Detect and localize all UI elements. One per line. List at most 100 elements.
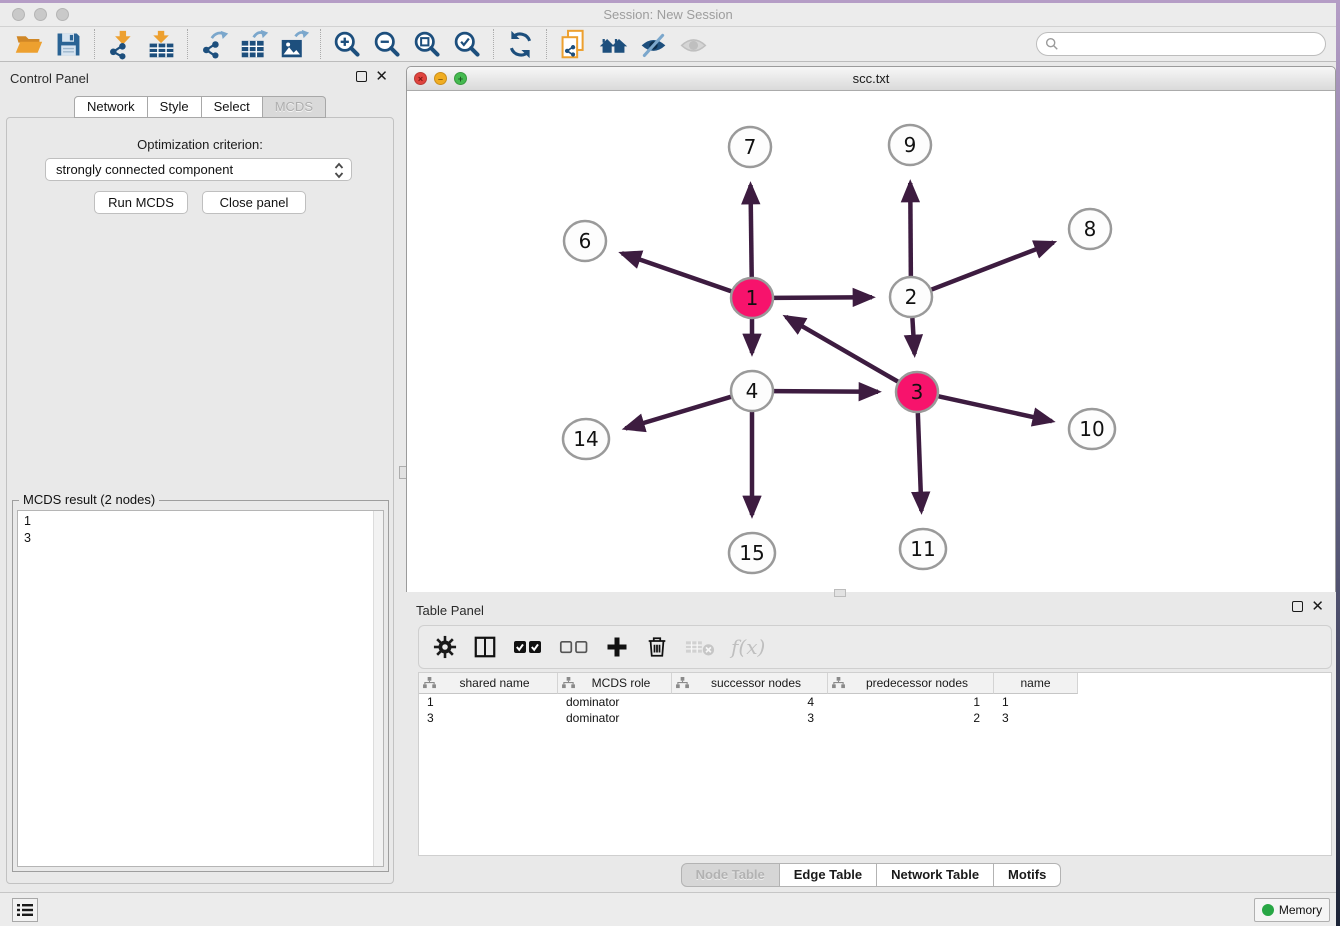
function-builder-icon: f(x) — [731, 635, 765, 659]
export-network-button[interactable] — [194, 28, 234, 60]
create-column-button[interactable] — [605, 632, 629, 662]
column-header-predecessor-nodes[interactable]: predecessor nodes — [828, 673, 994, 694]
save-session-button[interactable] — [48, 28, 88, 60]
toolbar-separator — [493, 29, 494, 59]
tab-network[interactable]: Network — [74, 96, 148, 118]
optimization-criterion-select[interactable]: strongly connected component — [45, 158, 352, 181]
toolbar-separator — [94, 29, 95, 59]
export-table-button[interactable] — [234, 28, 274, 60]
float-table-panel-icon[interactable] — [1292, 601, 1303, 612]
edge-3-11[interactable] — [918, 413, 922, 511]
table-row[interactable]: 3dominator323 — [419, 710, 1331, 726]
tab-edge-table[interactable]: Edge Table — [780, 863, 877, 887]
window-close-button[interactable] — [12, 8, 25, 21]
import-network-button[interactable] — [101, 28, 141, 60]
first-neighbors-button[interactable] — [593, 28, 633, 60]
column-header-successor-nodes[interactable]: successor nodes — [672, 673, 828, 694]
table-settings-button[interactable] — [433, 632, 457, 662]
node-table-body: 1dominator4113dominator323 — [419, 694, 1331, 726]
refresh-layout-button[interactable] — [500, 28, 540, 60]
close-table-panel-icon[interactable]: ✕ — [1311, 601, 1324, 612]
cell-MCDS-role[interactable]: dominator — [558, 710, 672, 726]
network-close-button[interactable]: × — [414, 72, 427, 85]
tab-select[interactable]: Select — [202, 96, 263, 118]
edge-3-10[interactable] — [939, 396, 1052, 421]
network-zoom-button[interactable]: + — [454, 72, 467, 85]
table-row[interactable]: 1dominator411 — [419, 694, 1331, 710]
window-zoom-button[interactable] — [56, 8, 69, 21]
cell-shared-name[interactable]: 1 — [419, 694, 558, 710]
edge-1-6[interactable] — [622, 253, 731, 291]
table-settings-icon — [433, 635, 457, 659]
edge-1-2[interactable] — [774, 297, 872, 298]
import-table-button[interactable] — [141, 28, 181, 60]
export-image-button[interactable] — [274, 28, 314, 60]
edge-2-3[interactable] — [912, 318, 914, 354]
edge-2-9[interactable] — [910, 183, 911, 276]
search-input[interactable] — [1059, 34, 1325, 54]
hide-selected-icon — [638, 29, 669, 60]
edge-2-8[interactable] — [932, 242, 1054, 289]
network-graph: 7968124314101511 — [407, 91, 1335, 592]
hide-columns-button[interactable] — [559, 632, 589, 662]
table-panel: Table Panel ✕ f(x) shared nameMCDS roles… — [406, 600, 1336, 892]
close-panel-button[interactable]: Close panel — [202, 191, 306, 214]
memory-status-dot — [1262, 904, 1274, 916]
cell-name[interactable]: 1 — [994, 694, 1078, 710]
cell-predecessor-nodes[interactable]: 1 — [828, 694, 994, 710]
node-table[interactable]: shared nameMCDS role successor nodes prede… — [418, 672, 1332, 856]
clone-network-button[interactable] — [553, 28, 593, 60]
tab-node-table[interactable]: Node Table — [681, 863, 780, 887]
edge-1-7[interactable] — [751, 185, 752, 277]
cell-shared-name[interactable]: 3 — [419, 710, 558, 726]
hide-selected-button[interactable] — [633, 28, 673, 60]
column-header-MCDS-role[interactable]: MCDS role — [558, 673, 672, 694]
column-label: predecessor nodes — [845, 676, 989, 690]
column-header-name[interactable]: name — [994, 673, 1078, 694]
table-toolbar: f(x) — [418, 625, 1332, 669]
tab-style[interactable]: Style — [148, 96, 202, 118]
zoom-out-icon — [372, 29, 403, 60]
cell-successor-nodes[interactable]: 4 — [672, 694, 828, 710]
open-session-button[interactable] — [8, 28, 48, 60]
horizontal-splitter-grip[interactable] — [834, 589, 846, 597]
cell-predecessor-nodes[interactable]: 2 — [828, 710, 994, 726]
tab-motifs[interactable]: Motifs — [994, 863, 1061, 887]
node-table-header: shared nameMCDS role successor nodes prede… — [419, 673, 1331, 694]
tab-network-table[interactable]: Network Table — [877, 863, 994, 887]
edge-4-3[interactable] — [774, 391, 878, 392]
float-panel-icon[interactable] — [356, 71, 367, 82]
column-label: successor nodes — [689, 676, 823, 690]
network-canvas[interactable]: 7968124314101511 — [407, 91, 1335, 592]
delete-column-button[interactable] — [645, 632, 669, 662]
optimization-criterion-value: strongly connected component — [56, 162, 233, 177]
zoom-fit-button[interactable] — [407, 28, 447, 60]
search-box[interactable] — [1036, 32, 1326, 56]
zoom-selected-button[interactable] — [447, 28, 487, 60]
sitemap-icon — [676, 677, 689, 689]
cell-MCDS-role[interactable]: dominator — [558, 694, 672, 710]
mcds-result-textarea[interactable]: 1 3 — [17, 510, 384, 867]
toggle-panes-button[interactable] — [473, 632, 497, 662]
column-header-shared-name[interactable]: shared name — [419, 673, 558, 694]
zoom-in-button[interactable] — [327, 28, 367, 60]
node-label-7: 7 — [744, 135, 757, 159]
cell-successor-nodes[interactable]: 3 — [672, 710, 828, 726]
sitemap-icon — [832, 677, 845, 689]
cell-name[interactable]: 3 — [994, 710, 1078, 726]
memory-button[interactable]: Memory — [1254, 898, 1330, 922]
task-history-button[interactable] — [12, 898, 38, 922]
zoom-out-button[interactable] — [367, 28, 407, 60]
network-minimize-button[interactable]: – — [434, 72, 447, 85]
close-panel-icon[interactable]: ✕ — [375, 71, 388, 82]
window-minimize-button[interactable] — [34, 8, 47, 21]
edge-4-14[interactable] — [625, 397, 730, 429]
tab-mcds[interactable]: MCDS — [263, 96, 326, 118]
show-columns-button[interactable] — [513, 632, 543, 662]
first-neighbors-icon — [598, 29, 629, 60]
node-label-6: 6 — [579, 229, 592, 253]
edge-3-1[interactable] — [786, 317, 898, 382]
app-titlebar: Session: New Session — [0, 3, 1336, 27]
mcds-result-scrollbar[interactable] — [373, 511, 383, 866]
run-mcds-button[interactable]: Run MCDS — [94, 191, 188, 214]
